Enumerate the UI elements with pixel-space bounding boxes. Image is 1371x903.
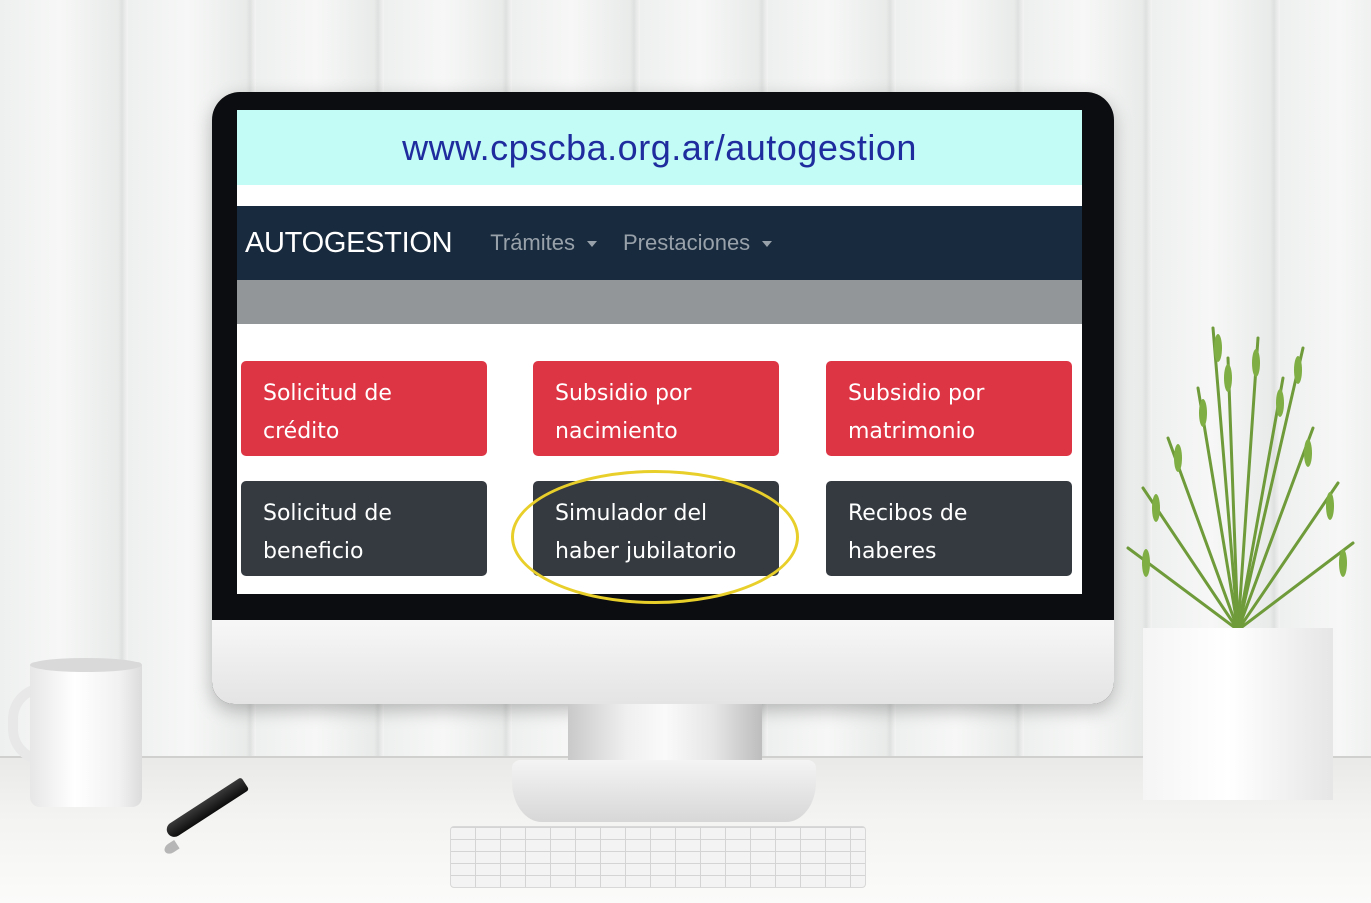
tile-label: Subsidio por nacimiento xyxy=(555,381,692,444)
caret-down-icon xyxy=(762,241,773,247)
tile-solicitud-credito-button[interactable]: Solicitud de crédito xyxy=(241,361,487,456)
nav-item-label: Trámites xyxy=(490,230,575,255)
tile-label: Solicitud de beneficio xyxy=(263,501,392,564)
tile-recibos-haberes-button[interactable]: Recibos de haberes xyxy=(826,481,1072,576)
plant-icon xyxy=(1126,326,1355,630)
nav-tramites-dropdown[interactable]: Trámites xyxy=(490,230,597,256)
nav-prestaciones-dropdown[interactable]: Prestaciones xyxy=(623,230,773,256)
mug-rim xyxy=(30,658,142,672)
nav-item-label: Prestaciones xyxy=(623,230,751,255)
tile-subsidio-nacimiento-button[interactable]: Subsidio por nacimiento xyxy=(533,361,779,456)
url-text[interactable]: www.cpscba.org.ar/autogestion xyxy=(402,127,917,169)
monitor-chin xyxy=(212,620,1114,704)
coffee-mug xyxy=(30,662,142,807)
tile-label: Solicitud de crédito xyxy=(263,381,392,444)
url-banner: www.cpscba.org.ar/autogestion xyxy=(237,110,1082,185)
highlight-ellipse xyxy=(511,470,799,604)
tile-subsidio-matrimonio-button[interactable]: Subsidio por matrimonio xyxy=(826,361,1072,456)
plant-pot xyxy=(1143,628,1333,800)
tile-solicitud-beneficio-button[interactable]: Solicitud de beneficio xyxy=(241,481,487,576)
page-header-band xyxy=(237,280,1082,324)
tile-label: Recibos de haberes xyxy=(848,501,968,564)
navbar-brand[interactable]: AUTOGESTION xyxy=(245,227,453,260)
caret-down-icon xyxy=(587,241,597,247)
monitor-stand-foot xyxy=(512,760,816,822)
navbar: AUTOGESTION Trámites Prestaciones xyxy=(237,206,1082,280)
tile-label: Subsidio por matrimonio xyxy=(848,381,985,444)
monitor-stand-neck xyxy=(568,704,762,764)
keyboard xyxy=(450,826,866,888)
